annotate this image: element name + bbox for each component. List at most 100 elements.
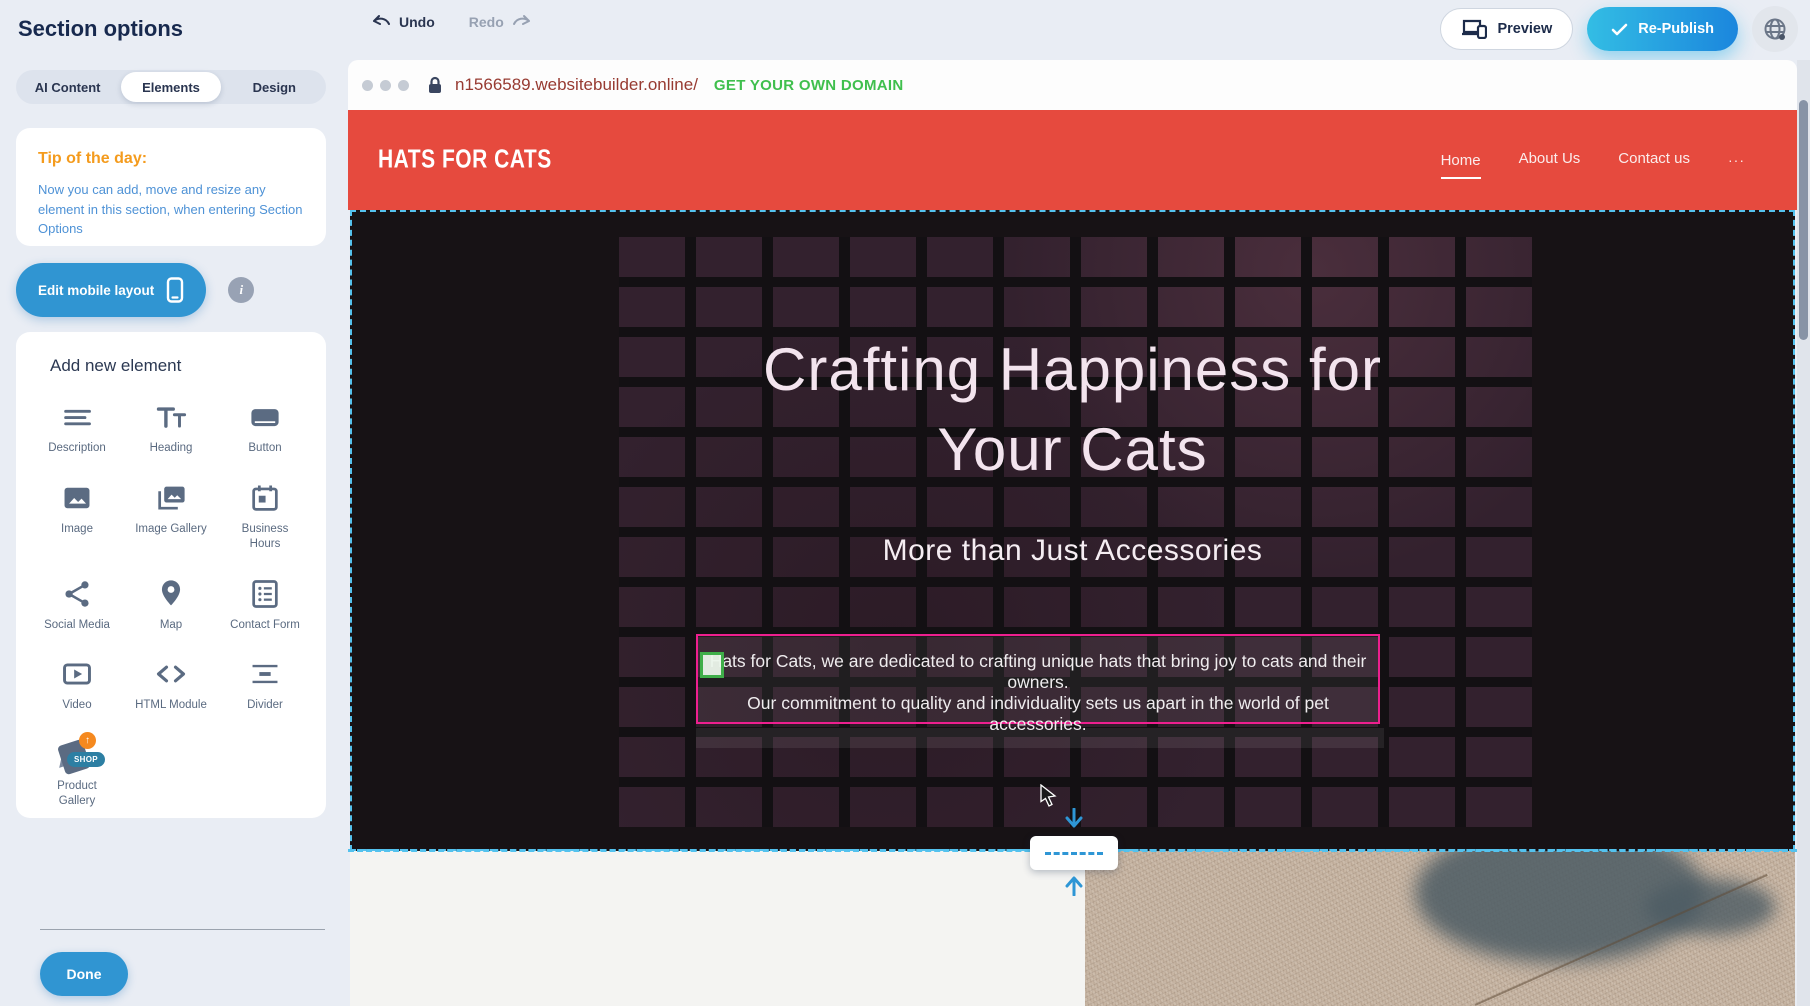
image-icon: [60, 481, 94, 515]
element-item-contact-form[interactable]: Contact Form: [218, 577, 312, 634]
edit-mobile-layout-label: Edit mobile layout: [38, 283, 154, 298]
tab-elements[interactable]: Elements: [121, 72, 220, 102]
selection-handle[interactable]: [700, 652, 724, 678]
selected-paragraph-element[interactable]: Hats for Cats, we are dedicated to craft…: [696, 634, 1380, 724]
element-label: HTML Module: [135, 698, 207, 714]
tab-design[interactable]: Design: [225, 72, 324, 102]
tip-body: Now you can add, move and resize any ele…: [38, 180, 304, 239]
mobile-phone-icon: [166, 277, 184, 303]
hero-heading-line2: Your Cats: [352, 410, 1793, 490]
element-label: Description: [48, 441, 106, 457]
element-item-social-media[interactable]: Social Media: [30, 577, 124, 634]
preview-label: Preview: [1497, 21, 1552, 37]
site-header: HATS FOR CATS Home About Us Contact us ·…: [348, 110, 1797, 210]
next-section-blank-area: [350, 851, 1085, 1006]
window-dot: [398, 80, 409, 91]
element-label: Social Media: [44, 618, 110, 634]
cat-shadow-small: [1645, 879, 1775, 935]
add-element-title: Add new element: [50, 356, 312, 376]
section-resize-handle[interactable]: [1030, 836, 1118, 870]
video-icon: [60, 657, 94, 691]
mouse-cursor: [1040, 784, 1057, 807]
website-preview: HATS FOR CATS Home About Us Contact us ·…: [348, 110, 1797, 1006]
element-item-image-gallery[interactable]: Image Gallery: [124, 481, 218, 553]
hero-subheading[interactable]: More than Just Accessories: [352, 534, 1793, 568]
site-url[interactable]: n1566589.websitebuilder.online/: [455, 75, 698, 95]
element-label: Button: [248, 441, 281, 457]
element-item-button[interactable]: Button: [218, 400, 312, 457]
nav-item-home[interactable]: Home: [1441, 152, 1481, 179]
info-icon[interactable]: i: [228, 277, 254, 303]
nav-item-about-us[interactable]: About Us: [1519, 150, 1581, 171]
element-item-description[interactable]: Description: [30, 400, 124, 457]
window-dot: [362, 80, 373, 91]
element-label: Contact Form: [230, 618, 300, 634]
divider-icon: [248, 657, 282, 691]
calendar-icon: [248, 481, 282, 515]
undo-icon: [372, 14, 391, 30]
element-grid: Description Heading Button: [30, 400, 312, 810]
browser-chrome-bar: n1566589.websitebuilder.online/ GET YOUR…: [348, 60, 1797, 110]
sidebar-divider: [40, 929, 325, 930]
language-globe-button[interactable]: [1752, 6, 1798, 52]
hero-heading-line1: Crafting Happiness for: [352, 330, 1793, 410]
element-item-map[interactable]: Map: [124, 577, 218, 634]
edit-mobile-layout-button[interactable]: Edit mobile layout: [16, 263, 206, 317]
tip-of-the-day-card: Tip of the day: Now you can add, move an…: [16, 128, 326, 246]
devices-icon: [1461, 19, 1487, 39]
globe-icon: [1762, 16, 1788, 42]
add-new-element-card: Add new element Description Heading: [16, 332, 326, 818]
resize-arrow-up-icon: [1065, 872, 1083, 896]
share-icon: [60, 577, 94, 611]
element-item-html-module[interactable]: HTML Module: [124, 657, 218, 714]
tab-ai-content[interactable]: AI Content: [18, 72, 117, 102]
contact-form-icon: [248, 577, 282, 611]
element-item-divider[interactable]: Divider: [218, 657, 312, 714]
redo-button[interactable]: Redo: [469, 14, 531, 30]
republish-label: Re-Publish: [1638, 21, 1714, 37]
next-section-photo: [1085, 851, 1795, 1006]
section-options-panel: Section options AI Content Elements Desi…: [0, 0, 348, 1006]
preview-button[interactable]: Preview: [1440, 8, 1573, 50]
scrollbar-thumb[interactable]: [1799, 100, 1808, 340]
element-item-business-hours[interactable]: Business Hours: [218, 481, 312, 553]
element-label: Image: [61, 522, 93, 538]
element-item-video[interactable]: Video: [30, 657, 124, 714]
resize-handle-dashes: [1045, 852, 1103, 855]
nav-more-button[interactable]: ···: [1728, 152, 1745, 168]
hero-section-selected[interactable]: Crafting Happiness for Your Cats More th…: [350, 210, 1795, 851]
hero-heading[interactable]: Crafting Happiness for Your Cats: [352, 330, 1793, 490]
undo-button[interactable]: Undo: [372, 14, 435, 30]
panel-tabs: AI Content Elements Design: [16, 70, 326, 104]
element-item-product-gallery[interactable]: ↑ SHOP Product Gallery: [30, 738, 124, 810]
nav-item-contact-us[interactable]: Contact us: [1618, 150, 1690, 171]
panel-title: Section options: [18, 16, 183, 42]
element-label: Heading: [150, 441, 193, 457]
undo-label: Undo: [399, 14, 435, 30]
map-pin-icon: [154, 577, 188, 611]
window-dot: [380, 80, 391, 91]
redo-icon: [512, 14, 531, 30]
element-label: Business Hours: [227, 522, 303, 553]
preview-scrollbar: [1797, 60, 1810, 1006]
lock-icon: [427, 75, 443, 95]
republish-button[interactable]: Re-Publish: [1587, 7, 1738, 51]
upgrade-arrow-badge: ↑: [79, 732, 96, 749]
site-nav: Home About Us Contact us ···: [1441, 110, 1745, 210]
window-control-dots: [362, 80, 409, 91]
button-icon: [248, 400, 282, 434]
product-gallery-icon: ↑ SHOP: [55, 738, 99, 772]
element-item-heading[interactable]: Heading: [124, 400, 218, 457]
image-gallery-icon: [154, 481, 188, 515]
code-icon: [154, 657, 188, 691]
done-button[interactable]: Done: [40, 952, 128, 996]
element-label: Video: [62, 698, 91, 714]
paragraph-line1: Hats for Cats, we are dedicated to craft…: [698, 651, 1378, 693]
site-logo[interactable]: HATS FOR CATS: [378, 145, 552, 175]
element-label: Map: [160, 618, 182, 634]
get-your-own-domain-link[interactable]: GET YOUR OWN DOMAIN: [714, 77, 904, 94]
heading-icon: [154, 400, 188, 434]
element-label: Divider: [247, 698, 283, 714]
redo-label: Redo: [469, 14, 504, 30]
element-item-image[interactable]: Image: [30, 481, 124, 553]
